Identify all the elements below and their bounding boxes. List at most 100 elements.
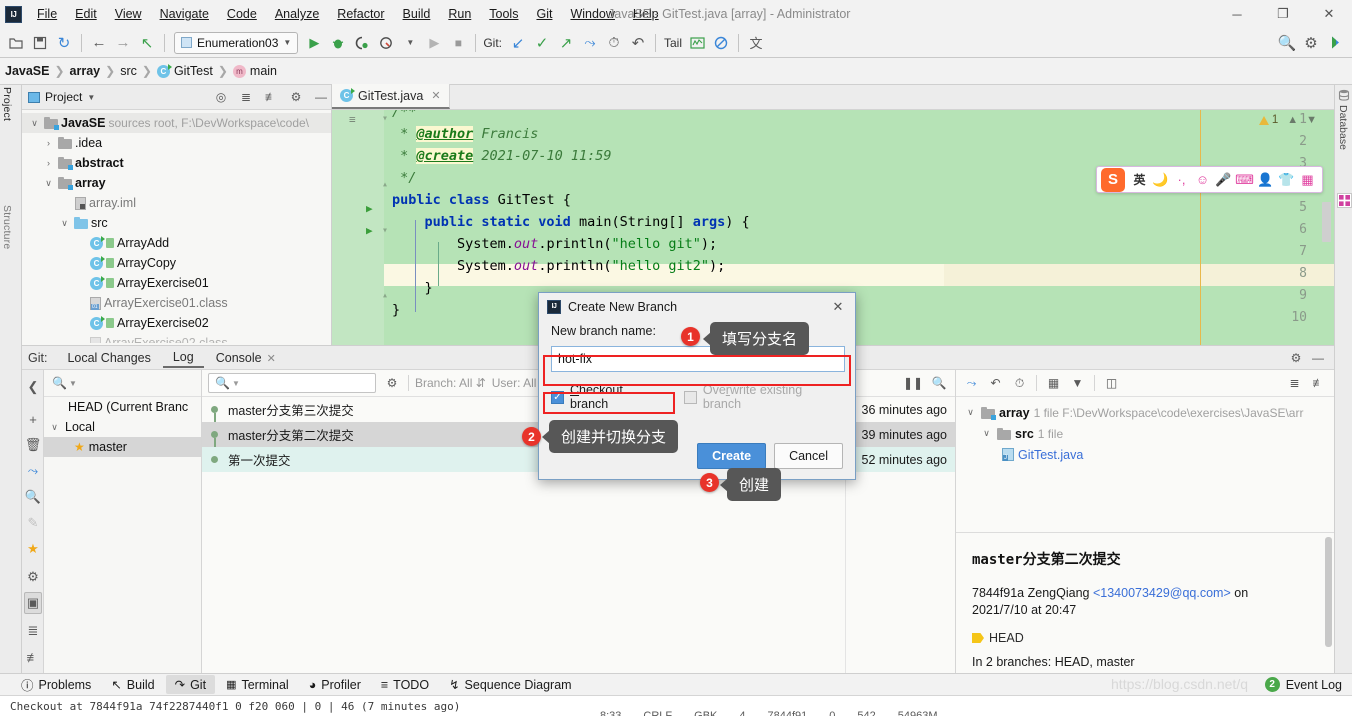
tree-node-arrayexercise01[interactable]: C ArrayExercise01 <box>22 273 331 293</box>
settings-gear-icon[interactable]: ⚙ <box>24 566 42 588</box>
editor-tab-gittest[interactable]: C GitTest.java ✕ <box>332 84 450 109</box>
revert-icon[interactable]: ↶ <box>985 373 1006 394</box>
dialog-close-button[interactable]: ✕ <box>821 293 855 320</box>
menu-git[interactable]: Git <box>527 2 561 26</box>
status-item-todo[interactable]: ≡ TODO <box>372 676 438 694</box>
git-push-icon[interactable]: ↗ <box>554 31 578 55</box>
forward-icon[interactable]: → <box>111 31 135 55</box>
indent-size[interactable]: 4 <box>739 710 745 716</box>
chevron-right-icon[interactable]: › <box>42 158 55 168</box>
chevron-down-icon[interactable]: ∨ <box>58 218 71 229</box>
chevron-down-icon[interactable]: ▼ <box>87 93 95 102</box>
menu-tools[interactable]: Tools <box>480 2 527 26</box>
favorite-star-icon[interactable]: ★ <box>24 538 42 560</box>
emoji-icon[interactable]: ☺ <box>1192 169 1213 190</box>
tree-node-arraycopy[interactable]: C ArrayCopy <box>22 253 331 273</box>
expand-all-icon[interactable]: ≣ <box>1284 373 1305 394</box>
branch-filter[interactable]: Branch: All ⇵ <box>415 376 486 390</box>
run-method-gutter-icon[interactable]: ▶ <box>366 224 373 237</box>
prev-problem-icon[interactable]: ▲ <box>1287 114 1298 126</box>
menu-analyze[interactable]: Analyze <box>266 2 328 26</box>
ime-mode-toggle[interactable]: 英 <box>1129 169 1150 190</box>
close-icon[interactable]: ✕ <box>431 89 440 102</box>
run-configuration-selector[interactable]: Enumeration03 ▼ <box>174 31 299 54</box>
filter-icon[interactable]: ▼ <box>1067 373 1088 394</box>
collapse-all-icon[interactable]: ≢ <box>1308 373 1329 394</box>
profile-dropdown-icon[interactable]: ▼ <box>398 31 422 55</box>
next-problem-icon[interactable]: ▼ <box>1306 114 1317 126</box>
line-separator[interactable]: CRLF <box>643 710 672 716</box>
chevron-down-icon[interactable]: ∨ <box>42 178 55 189</box>
tree-node-idea[interactable]: › .idea <box>22 133 331 153</box>
fold-marker-icon[interactable]: ▴ <box>382 290 388 301</box>
add-icon[interactable]: + <box>24 408 42 430</box>
status-item-profiler[interactable]: ◕ Profiler <box>300 676 370 694</box>
maximize-button[interactable]: ❐ <box>1260 0 1306 28</box>
favorite-star-icon[interactable]: ★ <box>74 440 85 454</box>
view-options-icon[interactable]: ◫ <box>1101 373 1122 394</box>
tree-node-arrayexercise02[interactable]: C ArrayExercise02 <box>22 313 331 333</box>
edit-icon[interactable]: ✎ <box>24 512 42 534</box>
menu-code[interactable]: Code <box>218 2 266 26</box>
collapse-left-icon[interactable]: ❮ <box>24 376 42 398</box>
git-window-hide-icon[interactable]: — <box>1308 348 1328 368</box>
breadcrumb-item-src[interactable]: src <box>117 64 140 78</box>
tab-log[interactable]: Log <box>162 348 204 368</box>
branch-search-bar[interactable]: 🔍 ▼ <box>44 370 201 397</box>
menu-file[interactable]: File <box>28 2 66 26</box>
panel-settings-icon[interactable]: ⚙ <box>286 87 306 107</box>
sync-icon[interactable]: ↻ <box>52 31 76 55</box>
inspection-widget[interactable]: 1 ▲ ▼ <box>1258 114 1317 126</box>
apps-icon[interactable]: ▦ <box>1297 169 1318 190</box>
git-update-icon[interactable]: ↙ <box>506 31 530 55</box>
run-icon[interactable]: ▶ <box>302 31 326 55</box>
block-icon[interactable] <box>709 31 733 55</box>
show-directories-icon[interactable]: ▣ <box>24 592 42 614</box>
mic-icon[interactable]: 🎤 <box>1213 169 1234 190</box>
memory-total[interactable]: 54963M <box>898 710 938 716</box>
cancel-button[interactable]: Cancel <box>774 443 843 469</box>
tab-console[interactable]: Console ✕ <box>206 349 286 367</box>
editor-scrollbar-thumb[interactable] <box>1322 202 1331 242</box>
fold-marker-icon[interactable]: ▾ <box>382 113 388 124</box>
fold-marker-icon[interactable]: ▴ <box>382 179 388 190</box>
menu-edit[interactable]: Edit <box>66 2 106 26</box>
tree-node-arrayexercise01-class[interactable]: ArrayExercise01.class <box>22 293 331 313</box>
branch-node-master[interactable]: ★ master <box>44 437 201 457</box>
chevron-down-icon[interactable]: ∨ <box>48 422 61 433</box>
chart-icon[interactable] <box>685 31 709 55</box>
help-icon[interactable] <box>1323 31 1347 55</box>
save-all-icon[interactable] <box>28 31 52 55</box>
detail-scrollbar-thumb[interactable] <box>1325 537 1332 647</box>
debug-icon[interactable] <box>326 31 350 55</box>
tree-node-javase[interactable]: ∨ JavaSE sources root, F:\DevWorkspace\c… <box>22 113 331 133</box>
branch-node-local[interactable]: ∨ Local <box>44 417 201 437</box>
git-commit-icon[interactable]: ✓ <box>530 31 554 55</box>
fold-marker-icon[interactable]: ▾ <box>382 225 388 236</box>
status-item-git[interactable]: ↷ Git <box>165 675 216 694</box>
keyboard-icon[interactable]: ⌨ <box>1234 169 1255 190</box>
menu-run[interactable]: Run <box>439 2 480 26</box>
show-diff-icon[interactable]: ⤳ <box>961 373 982 394</box>
status-item-sequence-diagram[interactable]: ↯ Sequence Diagram <box>440 675 581 694</box>
status-item-terminal[interactable]: ▦ Terminal <box>217 676 298 694</box>
chevron-right-icon[interactable]: › <box>42 138 55 148</box>
comma-icon[interactable]: ·, <box>1171 169 1192 190</box>
git-window-settings-icon[interactable]: ⚙ <box>1286 348 1306 368</box>
run-with-coverage-icon[interactable] <box>350 31 374 55</box>
chevron-down-icon[interactable]: ∨ <box>980 428 993 439</box>
breadcrumb-item-gittest[interactable]: C GitTest <box>154 63 216 78</box>
rerun-icon[interactable]: ▶ <box>422 31 446 55</box>
open-icon[interactable] <box>4 31 28 55</box>
rail-tab-database[interactable]: Database <box>1337 105 1349 150</box>
close-button[interactable]: ✕ <box>1306 0 1352 28</box>
tab-local-changes[interactable]: Local Changes <box>57 349 160 367</box>
commit-email[interactable]: <1340073429@qq.com> <box>1093 586 1231 600</box>
collapse-all-icon[interactable]: ≢ <box>24 646 42 668</box>
checkout-branch-checkbox[interactable]: ✓ <box>551 390 564 404</box>
hide-panel-icon[interactable]: — <box>311 87 331 107</box>
editor-gutter[interactable] <box>332 110 384 345</box>
file-encoding[interactable]: GBK <box>694 710 717 716</box>
menu-build[interactable]: Build <box>394 2 440 26</box>
status-item-problems[interactable]: ⓘ Problems <box>12 673 100 696</box>
